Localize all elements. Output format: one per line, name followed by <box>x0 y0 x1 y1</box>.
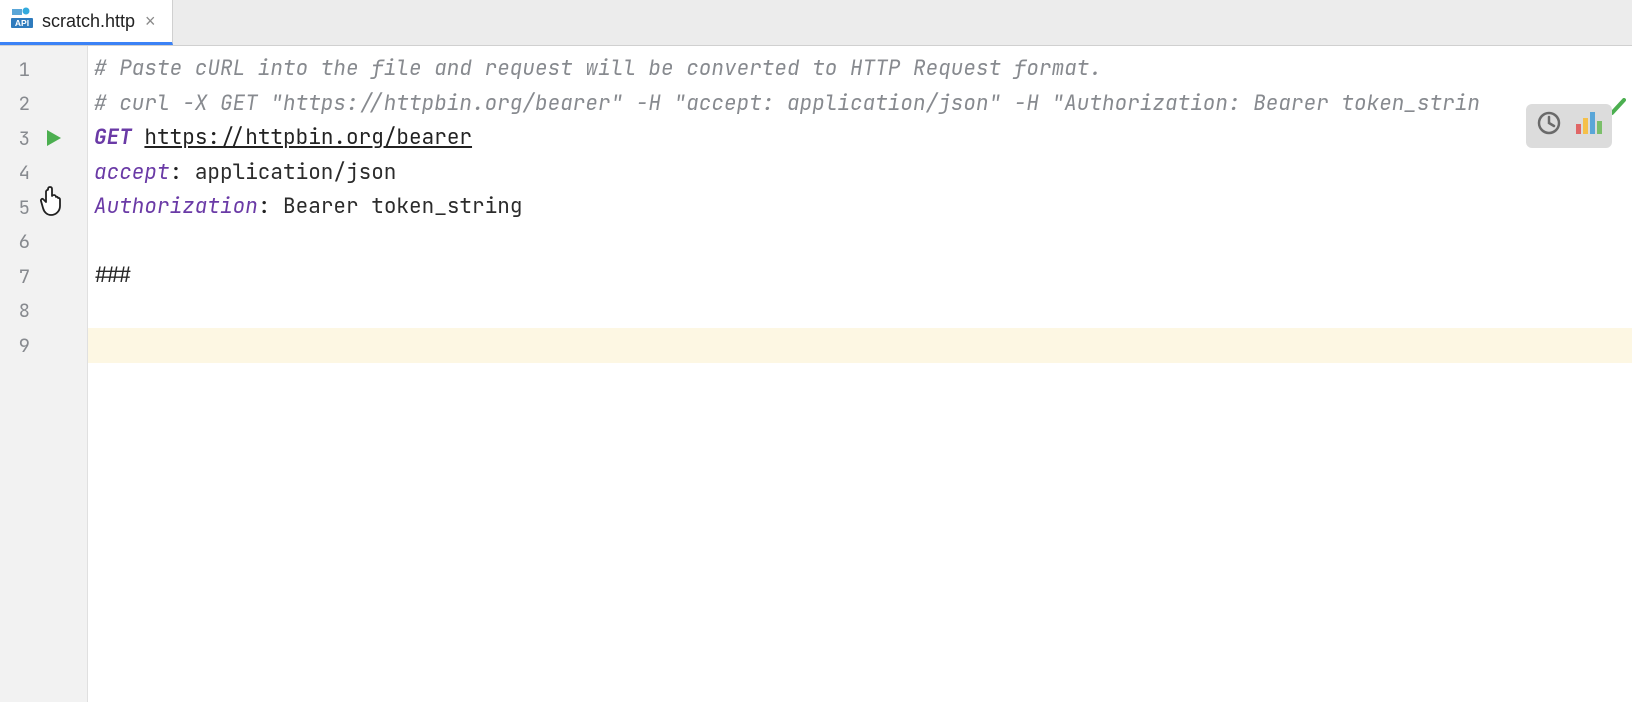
api-file-icon: API <box>10 7 34 35</box>
code-line-comment[interactable]: # curl -X GET "https://httpbin.org/beare… <box>88 87 1632 122</box>
gutter-row: 8 <box>0 294 87 329</box>
editor-area: 1 2 3 4 5 6 7 8 9 # Paste cURL into the file and… <box>0 46 1632 702</box>
gutter-row: 6 <box>0 225 87 260</box>
editor-tab-scratch-http[interactable]: API scratch.http × <box>0 0 173 45</box>
line-number: 9 <box>0 333 30 358</box>
editor-gutter: 1 2 3 4 5 6 7 8 9 <box>0 46 88 702</box>
line-number: 2 <box>0 91 30 116</box>
code-line-header[interactable]: accept: application/json <box>88 156 1632 191</box>
code-line-empty[interactable] <box>88 328 1632 363</box>
editor-tab-bar: API scratch.http × <box>0 0 1632 46</box>
line-number: 6 <box>0 229 30 254</box>
line-number: 3 <box>0 126 30 151</box>
comment-text: # curl -X GET "https://httpbin.org/beare… <box>94 90 1480 117</box>
http-method: GET <box>94 124 132 151</box>
svg-text:API: API <box>15 18 29 28</box>
close-tab-icon[interactable]: × <box>143 11 158 32</box>
request-separator: ### <box>94 262 132 289</box>
code-line-separator[interactable]: ### <box>88 259 1632 294</box>
editor-floating-toolbar <box>1526 104 1612 148</box>
code-line-request[interactable]: GET https://httpbin.org/bearer <box>88 121 1632 156</box>
line-number: 5 <box>0 195 30 220</box>
toolbar-pill <box>1526 104 1612 148</box>
editor-tab-label: scratch.http <box>42 11 135 32</box>
code-line-empty[interactable] <box>88 225 1632 260</box>
line-number: 1 <box>0 57 30 82</box>
gutter-row: 4 <box>0 156 87 191</box>
gutter-row: 3 <box>0 121 87 156</box>
header-value: application/json <box>195 159 397 186</box>
header-name: Authorization <box>94 193 258 220</box>
run-request-icon[interactable] <box>30 129 78 147</box>
code-line-empty[interactable] <box>88 294 1632 329</box>
history-icon[interactable] <box>1536 110 1562 142</box>
line-number: 8 <box>0 298 30 323</box>
statistics-icon[interactable] <box>1574 110 1602 142</box>
comment-text: # Paste cURL into the file and request w… <box>94 55 1102 82</box>
code-line-comment[interactable]: # Paste cURL into the file and request w… <box>88 52 1632 87</box>
gutter-row: 7 <box>0 259 87 294</box>
code-content[interactable]: # Paste cURL into the file and request w… <box>88 46 1632 702</box>
gutter-row: 2 <box>0 87 87 122</box>
header-name: accept <box>94 159 170 186</box>
gutter-row: 9 <box>0 328 87 363</box>
code-line-header[interactable]: Authorization: Bearer token_string <box>88 190 1632 225</box>
line-number: 7 <box>0 264 30 289</box>
gutter-row: 5 <box>0 190 87 225</box>
http-url[interactable]: https://httpbin.org/bearer <box>144 124 472 151</box>
line-number: 4 <box>0 160 30 185</box>
header-value: Bearer token_string <box>283 193 522 220</box>
colon: : <box>170 159 195 186</box>
colon: : <box>258 193 283 220</box>
gutter-row: 1 <box>0 52 87 87</box>
